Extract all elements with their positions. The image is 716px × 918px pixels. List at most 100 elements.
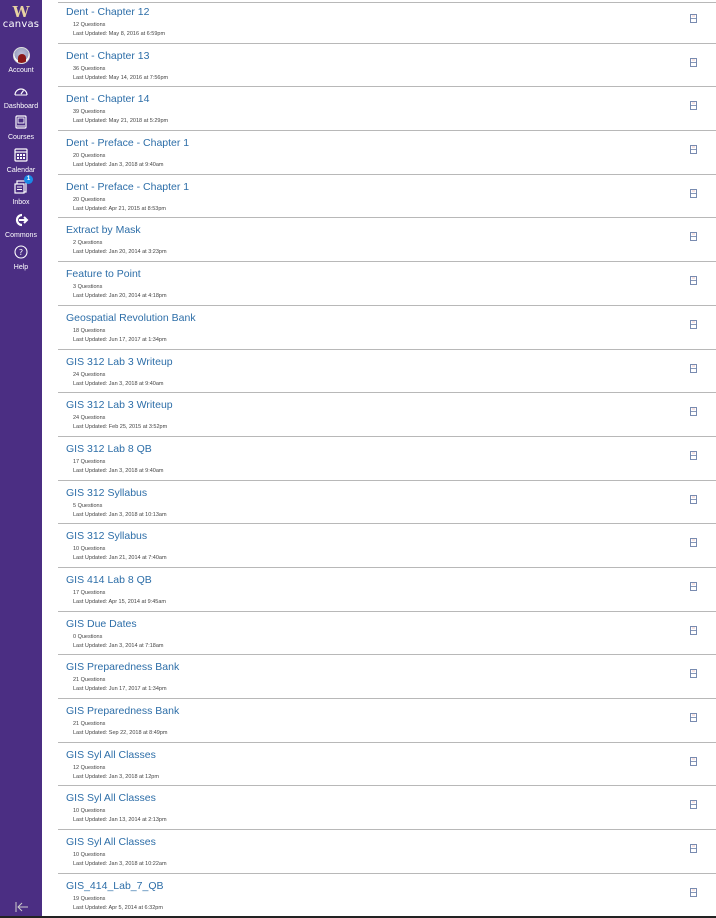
nav-dashboard[interactable]: Dashboard (0, 83, 42, 111)
bookmark-icon[interactable] (690, 796, 697, 810)
question-count: 3 Questions (73, 284, 103, 291)
question-bank-row: GIS Syl All Classes 10 Questions Last Upda… (58, 786, 716, 831)
last-updated: Last Updated: Jan 3, 2018 at 9:40am (73, 467, 164, 474)
last-updated: Last Updated: May 8, 2016 at 6:59pm (73, 31, 166, 37)
question-bank-row: Extract by Mask 2 Questions Last Updated: … (58, 218, 716, 263)
question-bank-title-link[interactable]: Feature to Point (66, 268, 141, 280)
bookmark-icon[interactable] (690, 228, 697, 242)
last-updated: Last Updated: Jan 3, 2018 at 10:13am (73, 511, 167, 518)
last-updated: Last Updated: May 14, 2016 at 7:56pm (73, 74, 169, 81)
bookmark-icon[interactable] (690, 185, 697, 198)
question-bank-title-link[interactable]: GIS Syl All Classes (66, 749, 156, 761)
question-count: 2 Questions (73, 240, 103, 247)
question-bank-title-link[interactable]: Dent - Chapter 14 (66, 93, 149, 105)
bookmark-icon[interactable] (690, 54, 697, 67)
last-updated: Last Updated: Jun 17, 2017 at 1:34pm (73, 686, 167, 693)
last-updated: Last Updated: Jan 3, 2018 at 9:40am (73, 162, 164, 169)
question-bank-row: Geospatial Revolution Bank 18 Questions La… (58, 306, 716, 350)
bookmark-icon[interactable] (690, 316, 697, 329)
question-count: 36 Questions (73, 65, 106, 72)
question-bank-row: Dent - Chapter 12 12 Questions Last Update… (58, 0, 716, 44)
bookmark-icon[interactable] (690, 447, 697, 460)
nav-help[interactable]: ? Help (0, 244, 42, 272)
question-bank-row: GIS 312 Lab 8 QB 17 Questions Last Updated… (58, 437, 716, 481)
question-bank-list: Dent - Chapter 12 12 Questions Last Update… (58, 0, 716, 918)
question-bank-title-link[interactable]: GIS_414_Lab_7_QB (66, 880, 164, 892)
question-bank-title-link[interactable]: Dent - Chapter 13 (66, 50, 149, 62)
question-bank-title-link[interactable]: GIS 312 Lab 3 Writeup (66, 356, 173, 368)
bookmark-icon[interactable] (690, 709, 697, 722)
question-bank-title-link[interactable]: GIS Preparedness Bank (66, 661, 179, 673)
bookmark-icon[interactable] (690, 403, 697, 417)
question-bank-title-link[interactable]: GIS 414 Lab 8 QB (66, 574, 152, 586)
question-bank-title-link[interactable]: GIS 312 Syllabus (66, 487, 147, 499)
question-bank-title-link[interactable]: Dent - Preface - Chapter 1 (66, 181, 189, 193)
nav-calendar[interactable]: Calendar (0, 147, 42, 175)
bookmark-icon[interactable] (690, 491, 697, 504)
question-bank-title-link[interactable]: GIS 312 Lab 8 QB (66, 443, 152, 455)
question-bank-title-link[interactable]: Dent - Chapter 12 (66, 6, 149, 18)
question-count: 0 Questions (73, 633, 103, 640)
question-count: 24 Questions (73, 415, 106, 422)
question-bank-row: GIS Preparedness Bank 21 Questions Last Up… (58, 699, 716, 743)
bookmark-icon[interactable] (690, 840, 697, 854)
bookmark-icon[interactable] (690, 141, 697, 155)
nav-inbox-label: Inbox (12, 199, 30, 206)
question-bank-row: GIS Preparedness Bank 21 Questions Last Up… (58, 655, 716, 699)
question-bank-title-link[interactable]: Extract by Mask (66, 224, 141, 236)
question-bank-row: GIS Due Dates 0 Questions Last Updated: Ja… (58, 612, 716, 656)
question-count: 17 Questions (73, 458, 106, 465)
nav-commons[interactable]: Commons (0, 212, 42, 240)
question-bank-row: GIS 312 Lab 3 Writeup 24 Questions Last Up… (58, 350, 716, 394)
bookmark-icon[interactable] (690, 578, 697, 591)
nav-calendar-label: Calendar (6, 167, 36, 174)
question-bank-row: GIS 312 Lab 3 Writeup 24 Questions Last Up… (58, 393, 716, 437)
bookmark-icon[interactable] (690, 884, 697, 897)
nav-inbox[interactable]: 1 Inbox (0, 175, 42, 207)
question-count: 21 Questions (73, 721, 106, 727)
question-bank-title-link[interactable]: GIS 312 Lab 3 Writeup (66, 399, 173, 411)
question-count: 21 Questions (73, 677, 106, 684)
bookmark-icon[interactable] (690, 534, 697, 548)
logo-mark: W (12, 3, 30, 21)
question-count: 10 Questions (73, 808, 106, 815)
nav-account-label: Account (8, 67, 34, 74)
avatar-icon (12, 47, 30, 65)
bookmark-icon[interactable] (690, 272, 697, 286)
logo-text: canvas (2, 19, 40, 30)
last-updated: Last Updated: Jan 20, 2014 at 4:18pm (73, 293, 167, 300)
collapse-left-icon[interactable] (14, 900, 30, 914)
nav-account[interactable]: Account (0, 47, 42, 75)
bookmark-icon[interactable] (690, 97, 697, 111)
last-updated: Last Updated: Jan 21, 2014 at 7:40am (73, 555, 167, 562)
question-count: 24 Questions (73, 371, 106, 378)
calendar-icon (12, 147, 30, 165)
bookmark-icon[interactable] (690, 665, 697, 679)
question-bank-row: GIS Syl All Classes 12 Questions Last Upda… (58, 743, 716, 787)
nav-commons-label: Commons (5, 232, 37, 239)
last-updated: Last Updated: Jan 3, 2014 at 7:18am (73, 642, 164, 649)
bookmark-icon[interactable] (690, 10, 697, 23)
last-updated: Last Updated: Apr 21, 2015 at 8:53pm (73, 205, 166, 212)
question-bank-title-link[interactable]: GIS 312 Syllabus (66, 530, 147, 542)
question-bank-row: Dent - Chapter 14 39 Questions Last Update… (58, 87, 716, 132)
bookmark-icon[interactable] (690, 622, 697, 635)
question-bank-title-link[interactable]: GIS Syl All Classes (66, 792, 156, 804)
question-bank-title-link[interactable]: Geospatial Revolution Bank (66, 312, 196, 324)
last-updated: Last Updated: Jan 3, 2018 at 12pm (73, 773, 159, 780)
question-bank-row: Feature to Point 3 Questions Last Updated:… (58, 262, 716, 306)
question-bank-title-link[interactable]: GIS Syl All Classes (66, 836, 156, 848)
canvas-logo[interactable]: W canvas (0, 0, 42, 42)
bookmark-icon[interactable] (690, 753, 697, 766)
bookmark-icon[interactable] (690, 360, 697, 373)
last-updated: Last Updated: Jan 13, 2014 at 2:13pm (73, 817, 167, 824)
question-bank-title-link[interactable]: GIS Due Dates (66, 618, 137, 630)
last-updated: Last Updated: Apr 15, 2014 at 9:45am (73, 598, 166, 605)
question-bank-title-link[interactable]: GIS Preparedness Bank (66, 705, 179, 717)
nav-courses[interactable]: Courses (0, 114, 42, 142)
question-bank-title-link[interactable]: Dent - Preface - Chapter 1 (66, 137, 189, 149)
question-count: 20 Questions (73, 153, 106, 160)
question-bank-row: Dent - Preface - Chapter 1 20 Questions La… (58, 131, 716, 175)
last-updated: Last Updated: Jun 17, 2017 at 1:34pm (73, 336, 167, 343)
commons-icon (12, 212, 30, 230)
